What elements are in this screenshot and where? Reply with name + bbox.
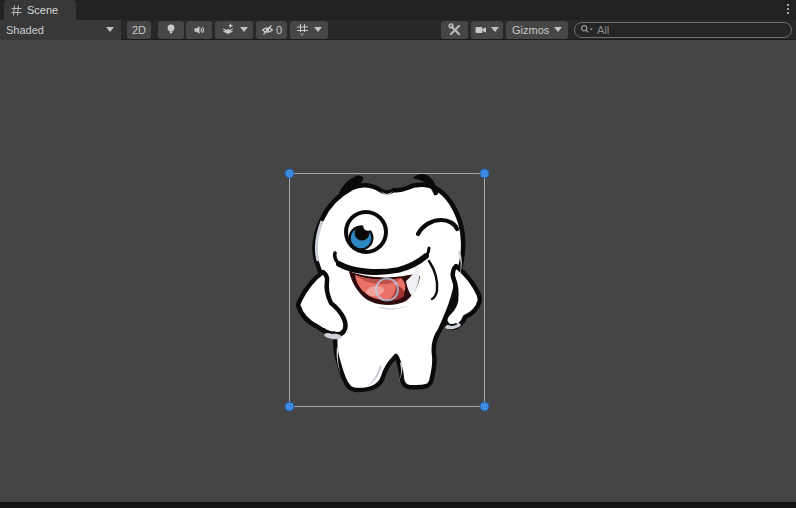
chevron-down-icon: [240, 27, 248, 32]
bottom-edge: [0, 502, 796, 508]
scene-camera-dropdown[interactable]: [471, 21, 503, 39]
search-input[interactable]: [597, 24, 767, 36]
grid-axis-icon: y: [296, 23, 309, 36]
svg-text:y: y: [301, 31, 304, 36]
hidden-objects-count: 0: [276, 24, 282, 36]
tab-scene-label: Scene: [27, 4, 58, 16]
gizmos-dropdown[interactable]: Gizmos: [506, 21, 568, 39]
shading-mode-label: Shaded: [6, 24, 106, 36]
chevron-down-icon: [106, 27, 114, 32]
chevron-down-icon: [491, 27, 499, 32]
wrench-icon: [448, 23, 462, 37]
component-tools-button[interactable]: [441, 21, 468, 39]
light-bulb-icon: [165, 23, 177, 36]
tooth-character-sprite[interactable]: [298, 174, 480, 390]
camera-icon: [475, 24, 487, 36]
scene-search-field[interactable]: [574, 22, 792, 38]
chevron-down-icon: [554, 27, 562, 32]
search-icon: [580, 24, 594, 35]
eye-off-icon: [261, 24, 274, 36]
chevron-down-icon: [314, 27, 322, 32]
gizmos-label: Gizmos: [512, 24, 549, 36]
audio-button[interactable]: [186, 21, 212, 39]
shading-mode-dropdown[interactable]: Shaded: [0, 20, 121, 40]
scene-toolbar: Shaded 2D: [0, 20, 796, 40]
tab-bar: Scene: [0, 0, 796, 20]
tab-scene[interactable]: Scene: [4, 0, 76, 20]
scene-canvas: [0, 40, 796, 502]
scene-viewport[interactable]: [0, 40, 796, 502]
2d-mode-label: 2D: [132, 24, 146, 36]
grid-visibility-dropdown[interactable]: y: [290, 21, 328, 39]
scene-lighting-button[interactable]: [158, 21, 184, 39]
scene-view-window: Scene Shaded 2D: [0, 0, 796, 508]
2d-mode-button[interactable]: 2D: [127, 21, 151, 39]
kebab-menu-icon[interactable]: [787, 4, 789, 14]
grid-icon: [11, 5, 22, 16]
effects-dropdown[interactable]: [215, 21, 253, 39]
effects-star-icon: [221, 23, 235, 36]
speaker-icon: [193, 24, 205, 36]
hidden-objects-button[interactable]: 0: [256, 21, 287, 39]
